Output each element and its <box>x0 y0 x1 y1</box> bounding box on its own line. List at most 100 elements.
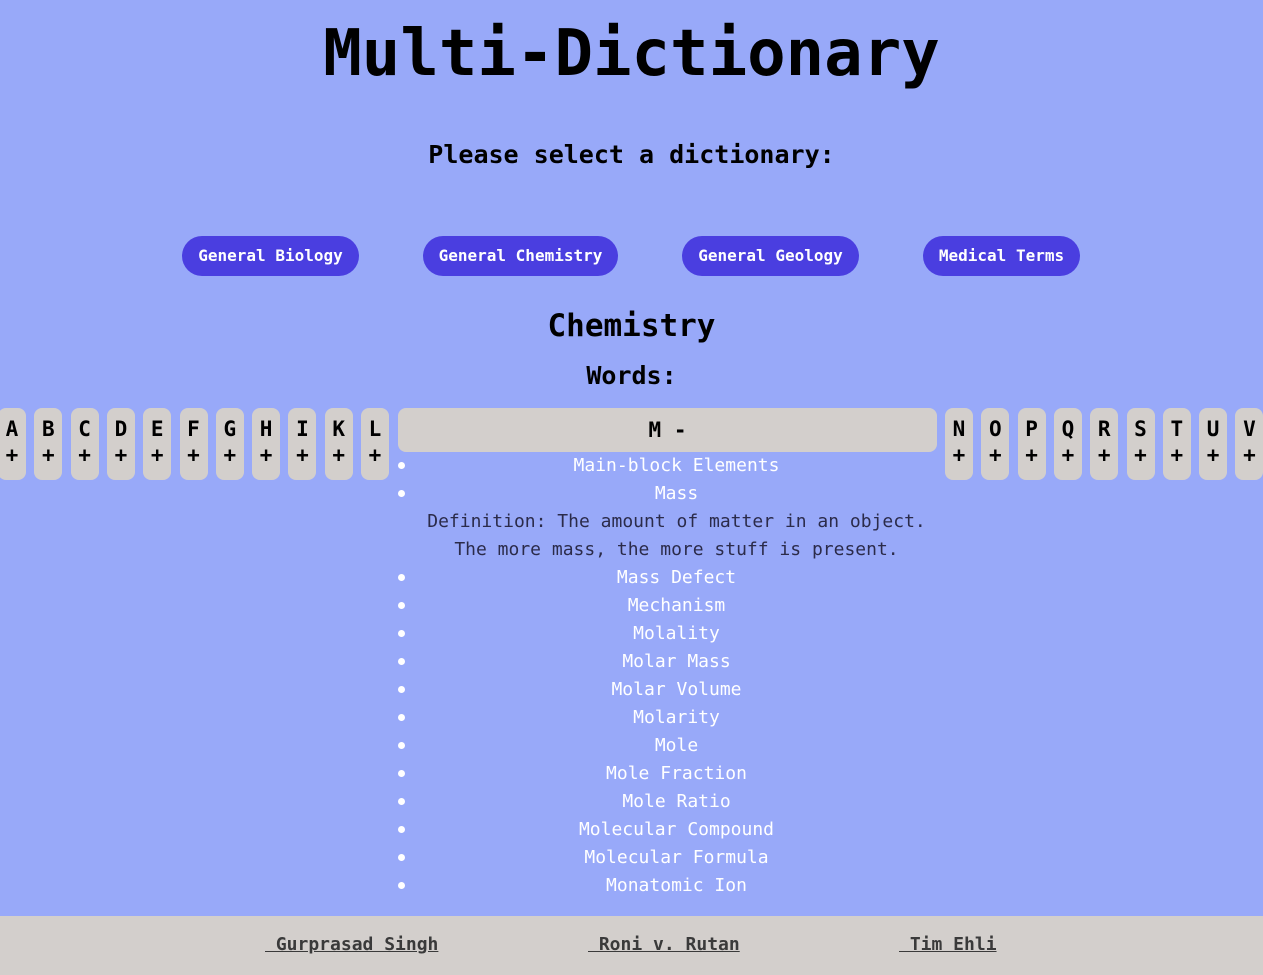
word-item: Mechanism <box>398 592 955 620</box>
expand-icon: + <box>296 443 309 467</box>
author-link-tim[interactable]: Tim Ehli <box>899 933 997 957</box>
word-link[interactable]: Monatomic Ion <box>398 872 955 900</box>
letter-tab[interactable]: B + <box>34 408 63 480</box>
dictionary-button-chemistry[interactable]: General Chemistry <box>423 236 618 276</box>
letter-tab[interactable]: D + <box>106 408 135 480</box>
page-title: Multi-Dictionary <box>323 17 940 91</box>
dictionary-button-medical[interactable]: Medical Terms <box>923 236 1080 276</box>
expand-icon: + <box>5 443 19 467</box>
bullet-icon <box>398 742 405 749</box>
subject-heading: Chemistry <box>547 308 716 344</box>
word-list: Main-block Elements Mass Definition: The a… <box>398 452 955 900</box>
expand-icon: + <box>78 443 91 467</box>
expand-icon: + <box>1134 443 1147 467</box>
expand-icon: + <box>988 443 1002 467</box>
letter-tab[interactable]: H + <box>252 408 281 480</box>
word-item: Main-block Elements <box>398 452 955 480</box>
word-link[interactable]: Mole Ratio <box>398 788 955 816</box>
letter-tab[interactable]: C + <box>70 408 99 480</box>
expand-icon: + <box>259 443 273 467</box>
word-item: Molar Mass <box>398 648 955 676</box>
letter-tab[interactable]: Q + <box>1053 408 1082 480</box>
word-item: Mass <box>398 480 955 508</box>
bullet-icon <box>398 630 405 637</box>
letter-tab[interactable]: A + <box>0 408 26 480</box>
word-link[interactable]: Molecular Formula <box>398 844 955 872</box>
expand-icon: + <box>368 443 382 467</box>
letter-tab[interactable]: E + <box>143 408 172 480</box>
expand-icon: + <box>41 443 55 467</box>
letter-tab[interactable]: K + <box>324 408 353 480</box>
word-item: Molarity <box>398 704 955 732</box>
word-item: Molar Volume <box>398 676 955 704</box>
letter-tab[interactable]: G + <box>215 408 244 480</box>
letter-tab[interactable]: V + <box>1235 408 1263 480</box>
letter-label: O <box>988 417 1002 441</box>
word-link[interactable]: Molality <box>398 620 955 648</box>
expand-icon: + <box>223 443 237 467</box>
letter-label: U <box>1206 417 1220 441</box>
expand-icon: + <box>1243 443 1256 467</box>
bullet-icon <box>398 854 405 861</box>
letter-tab[interactable]: R + <box>1090 408 1119 480</box>
expand-icon: + <box>1025 443 1038 467</box>
dictionary-prompt: Please select a dictionary: <box>428 140 835 169</box>
letter-label: S <box>1134 417 1147 441</box>
bullet-icon <box>398 658 405 665</box>
word-item: Molality <box>398 620 955 648</box>
letter-label: B <box>41 417 55 441</box>
author-link-gurprasad[interactable]: Gurprasad Singh <box>265 933 439 957</box>
letter-label: K <box>332 417 346 441</box>
letter-label: L <box>368 417 382 441</box>
letter-tab[interactable]: I + <box>288 408 317 480</box>
letter-label: E <box>150 417 164 441</box>
bullet-icon <box>398 826 405 833</box>
bullet-icon <box>398 770 405 777</box>
expand-icon: + <box>187 443 200 467</box>
expand-icon: + <box>1061 443 1075 467</box>
letter-label: D <box>114 417 128 441</box>
word-link[interactable]: Mass <box>398 480 955 508</box>
bullet-icon <box>398 602 405 609</box>
author-link-roni[interactable]: Roni v. Rutan <box>588 933 740 957</box>
word-link[interactable]: Mole <box>398 732 955 760</box>
expand-icon: + <box>1097 443 1111 467</box>
word-item: Monatomic Ion <box>398 872 955 900</box>
expand-icon: + <box>1170 443 1184 467</box>
bullet-icon <box>398 490 405 497</box>
word-link[interactable]: Main-block Elements <box>398 452 955 480</box>
letter-label: R <box>1097 417 1111 441</box>
dictionary-button-geology[interactable]: General Geology <box>682 236 859 276</box>
letter-tab[interactable]: T + <box>1162 408 1191 480</box>
dictionary-button-biology[interactable]: General Biology <box>182 236 359 276</box>
expand-icon: + <box>1206 443 1220 467</box>
bullet-icon <box>398 574 405 581</box>
bullet-icon <box>398 882 405 889</box>
letter-tab-open[interactable]: M - <box>398 408 937 452</box>
letter-label: G <box>223 417 237 441</box>
word-link[interactable]: Mass Defect <box>398 564 955 592</box>
bullet-icon <box>398 714 405 721</box>
letter-label: I <box>296 417 309 441</box>
expand-icon: + <box>114 443 128 467</box>
letter-tab[interactable]: S + <box>1126 408 1155 480</box>
word-definition: Definition: The amount of matter in an o… <box>427 511 926 532</box>
word-link[interactable]: Molecular Compound <box>398 816 955 844</box>
word-link[interactable]: Molar Volume <box>398 676 955 704</box>
word-link[interactable]: Mechanism <box>398 592 955 620</box>
letter-tab[interactable]: O + <box>981 408 1010 480</box>
letter-label: T <box>1170 417 1184 441</box>
letter-tab[interactable]: U + <box>1199 408 1228 480</box>
word-link[interactable]: Mole Fraction <box>398 760 955 788</box>
word-item: Mass Defect <box>398 564 955 592</box>
letter-tab[interactable]: L + <box>361 408 389 480</box>
letter-tab[interactable]: P + <box>1017 408 1046 480</box>
word-item: Mole Fraction <box>398 760 955 788</box>
letter-label: P <box>1025 417 1038 441</box>
word-link[interactable]: Molar Mass <box>398 648 955 676</box>
expand-icon: + <box>150 443 164 467</box>
letter-label: F <box>187 417 200 441</box>
word-item: Molecular Formula <box>398 844 955 872</box>
word-link[interactable]: Molarity <box>398 704 955 732</box>
letter-tab[interactable]: F + <box>179 408 208 480</box>
